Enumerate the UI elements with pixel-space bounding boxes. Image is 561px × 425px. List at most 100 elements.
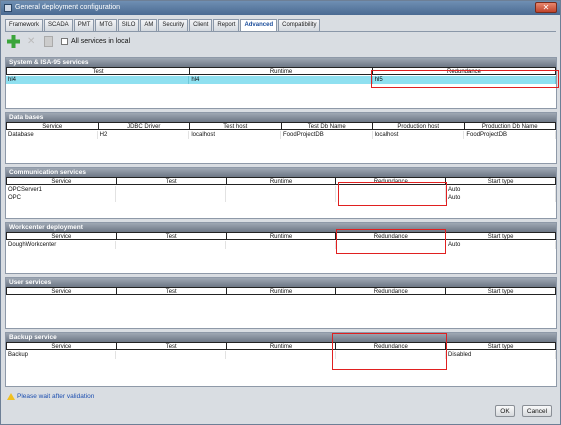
cell[interactable]: OPC [6,194,116,202]
table-header: Service Test Runtime Redundance Start ty… [6,342,556,351]
tab-report[interactable]: Report [213,19,240,31]
user-services-panel: User services Service Test Runtime Redun… [5,277,557,329]
cell[interactable] [116,241,226,249]
tab-mtg[interactable]: MTG [95,19,117,31]
cell[interactable] [226,351,336,359]
workcenter-deployment-panel: Workcenter deployment Service Test Runti… [5,222,557,274]
section-title: Data bases [6,113,556,122]
document-icon[interactable] [44,36,53,47]
warning-icon [7,393,15,400]
all-services-label: All services in local [71,38,131,45]
section-title: Communication services [6,168,556,177]
column-header[interactable]: Test Db Name [281,122,373,130]
cell[interactable] [116,351,226,359]
communication-services-panel: Communication services Service Test Runt… [5,167,557,219]
column-header[interactable]: Runtime [226,287,337,295]
table-header: Service Test Runtime Redundance Start ty… [6,232,556,241]
column-header[interactable]: Redundance [336,287,447,295]
column-header[interactable]: Runtime [226,177,337,185]
column-header[interactable]: Start type [446,177,556,185]
tab-bar: Framework SCADA PMT MTG SILO AM Security… [5,19,321,32]
tab-security[interactable]: Security [158,19,189,31]
column-header[interactable]: Runtime [190,67,373,75]
status-message: Please wait after validation [17,393,95,400]
column-header[interactable]: Test [6,67,190,75]
cell[interactable] [116,194,226,202]
all-services-checkbox[interactable] [61,38,68,45]
column-header[interactable]: Test [116,342,227,350]
table-header: Service JDBC Driver Test host Test Db Na… [6,122,556,131]
ok-button[interactable]: OK [495,405,515,417]
window-title: General deployment configuration [15,4,121,11]
close-button[interactable]: ✕ [535,2,557,13]
cell[interactable]: hl4 [6,76,190,84]
column-header[interactable]: Service [6,287,117,295]
annotation-box [332,333,447,370]
column-header[interactable]: Start type [446,232,556,240]
databases-panel: Data bases Service JDBC Driver Test host… [5,112,557,164]
config-window: General deployment configuration ✕ Frame… [0,0,561,425]
table-header: Service Test Runtime Redundance Start ty… [6,287,556,296]
cancel-button[interactable]: Cancel [522,405,552,417]
table-row[interactable]: DoughWorkcenter Auto [6,241,556,249]
column-header[interactable]: JDBC Driver [98,122,190,130]
annotation-box [338,182,447,206]
cell[interactable]: Auto [446,241,556,249]
backup-service-panel: Backup service Service Test Runtime Redu… [5,332,557,387]
section-title: System & ISA-95 services [6,58,556,67]
column-header[interactable]: Test [116,287,227,295]
table-row[interactable]: OPCServer1 Auto [6,186,556,194]
cell[interactable]: DoughWorkcenter [6,241,116,249]
cell[interactable]: Disabled [446,351,556,359]
section-title: Backup service [6,333,556,342]
tab-scada[interactable]: SCADA [44,19,73,31]
column-header[interactable]: Production host [373,122,465,130]
cell[interactable] [116,186,226,194]
cell[interactable]: FoodProjectDB [464,131,557,139]
status-bar: Please wait after validation [5,392,557,404]
tab-pmt[interactable]: PMT [73,19,95,31]
column-header[interactable]: Test [116,177,227,185]
cell[interactable] [226,241,336,249]
column-header[interactable]: Service [6,342,117,350]
annotation-box [336,229,446,254]
column-header[interactable]: Runtime [226,232,337,240]
cell[interactable]: Auto [446,194,556,202]
cell[interactable]: FoodProjectDB [281,131,373,139]
cell[interactable] [226,186,336,194]
tab-am[interactable]: AM [140,19,158,31]
tab-compatibility[interactable]: Compatibility [278,19,321,31]
table-row[interactable]: Backup Disabled [6,351,556,359]
column-header[interactable]: Service [6,232,117,240]
column-header[interactable]: Production Db Name [464,122,556,130]
cell[interactable]: Database [6,131,98,139]
add-icon[interactable] [7,35,20,48]
cell[interactable]: localhost [189,131,282,139]
table-row[interactable]: OPC Auto [6,194,556,202]
table-header: Service Test Runtime Redundance Start ty… [6,177,556,186]
tab-silo[interactable]: SILO [117,19,140,31]
cell[interactable]: H2 [98,131,190,139]
cell[interactable]: hl4 [189,76,373,84]
column-header[interactable]: Test host [190,122,282,130]
column-header[interactable]: Runtime [226,342,337,350]
column-header[interactable]: Service [6,122,99,130]
column-header[interactable]: Start type [446,287,556,295]
section-title: User services [6,278,556,287]
annotation-box [371,70,559,88]
tab-client[interactable]: Client [189,19,213,31]
cell[interactable]: OPCServer1 [6,186,116,194]
section-title: Workcenter deployment [6,223,556,232]
column-header[interactable]: Test [116,232,227,240]
app-icon [4,4,12,12]
title-bar[interactable]: General deployment configuration ✕ [1,1,560,15]
column-header[interactable]: Service [6,177,117,185]
cell[interactable]: Backup [6,351,116,359]
delete-icon[interactable]: ✕ [27,37,37,47]
tab-framework[interactable]: Framework [5,19,44,31]
cell[interactable] [226,194,336,202]
cell[interactable]: Auto [446,186,556,194]
cell[interactable]: localhost [373,131,465,139]
column-header[interactable]: Start type [446,342,556,350]
table-row[interactable]: Database H2 localhost FoodProjectDB loca… [6,131,557,139]
